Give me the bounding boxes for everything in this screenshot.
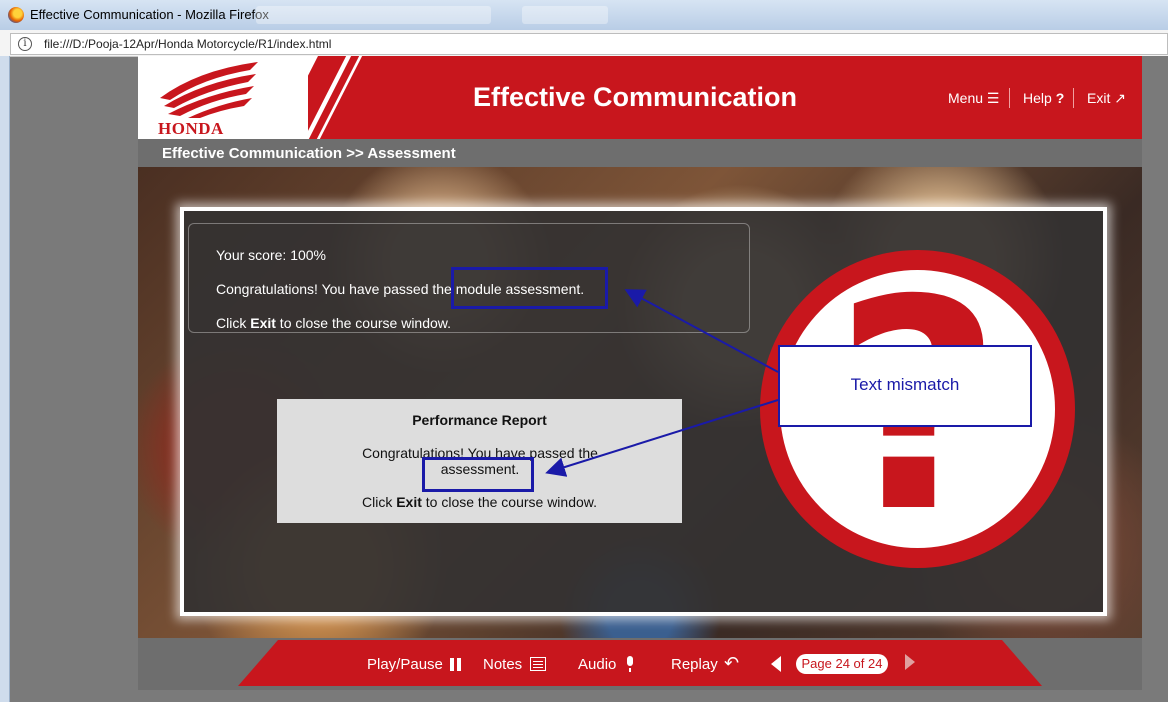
annotation-arrows	[545, 289, 779, 477]
replay-label: Replay	[671, 656, 718, 673]
notes-icon[interactable]	[530, 657, 546, 671]
audio-button[interactable]: Audio	[578, 656, 616, 673]
replay-button[interactable]: Replay	[671, 656, 718, 673]
audio-label: Audio	[578, 656, 617, 673]
arrow-to-module-assessment	[624, 289, 779, 373]
page-indicator: Page 24 of 24	[796, 654, 888, 674]
next-page-button[interactable]	[905, 654, 915, 670]
footer-controls-panel	[238, 640, 1042, 686]
microphone-stand	[629, 668, 631, 672]
prev-page-button[interactable]	[771, 656, 781, 672]
pause-icon[interactable]	[450, 658, 462, 671]
play-pause-label: Play/Pause	[367, 656, 443, 673]
play-pause-button[interactable]: Play/Pause	[367, 656, 443, 673]
microphone-icon[interactable]	[627, 656, 633, 666]
notes-button[interactable]: Notes	[483, 656, 522, 673]
reply-arrow-icon[interactable]: ↶	[724, 653, 739, 674]
arrow-to-assessment	[545, 399, 779, 477]
notes-label: Notes	[483, 656, 523, 673]
